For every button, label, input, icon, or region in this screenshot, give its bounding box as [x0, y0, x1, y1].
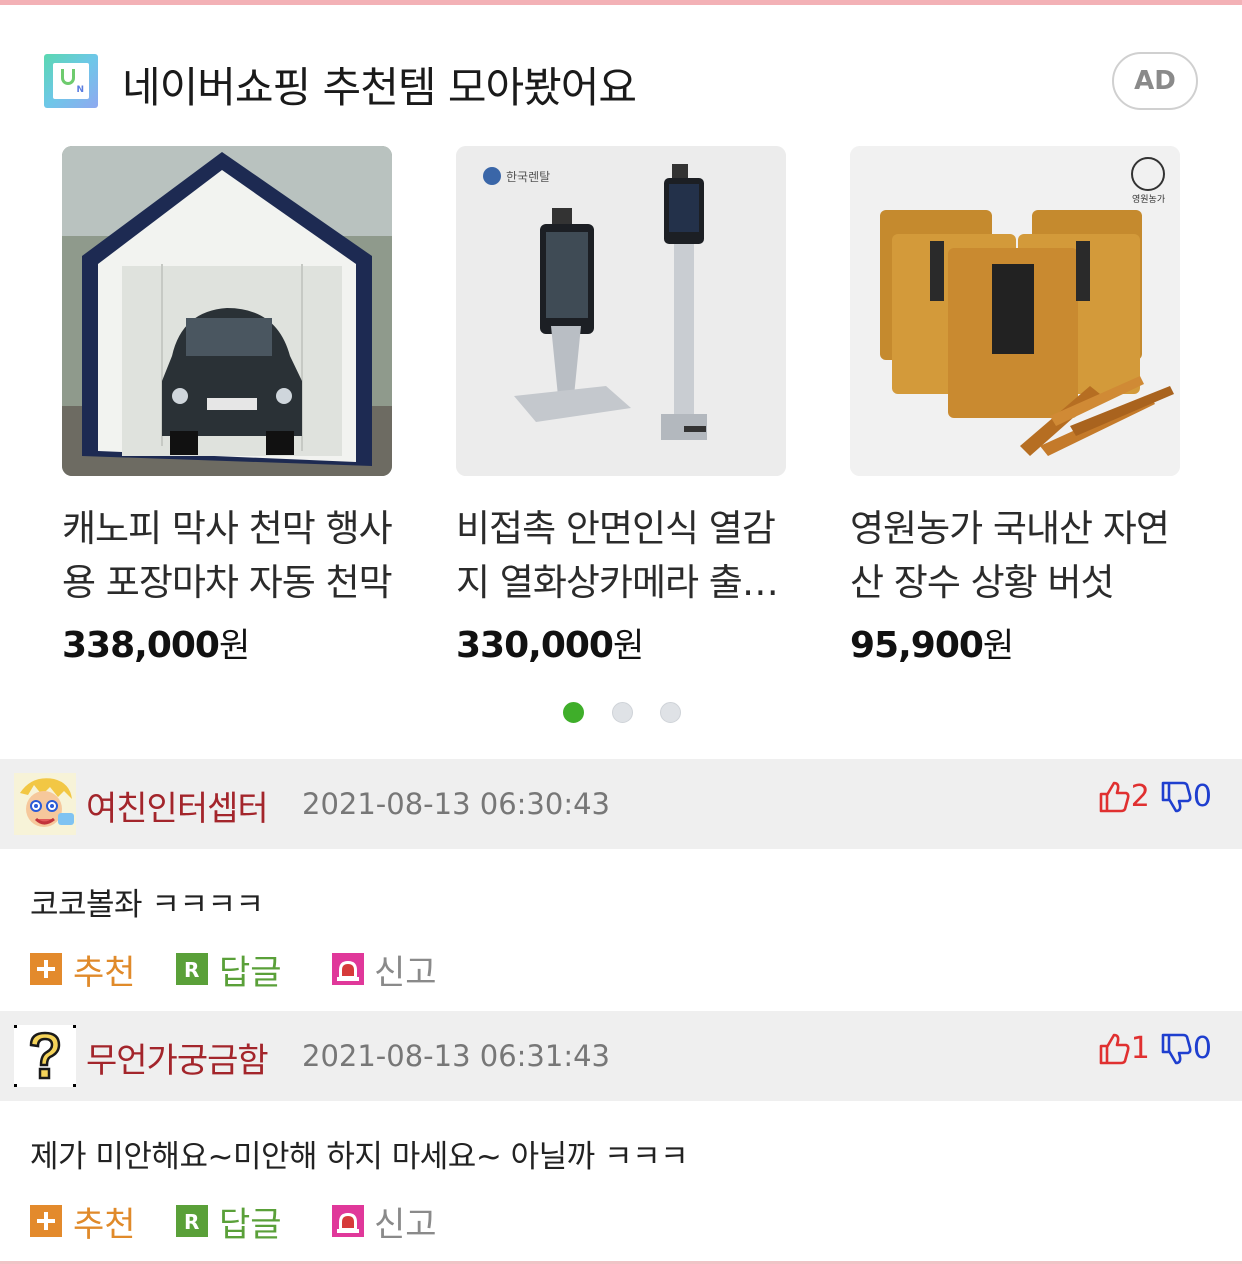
product-image-mushroom[interactable]: 영원농가	[850, 146, 1180, 476]
price-value: 330,000	[456, 625, 614, 666]
product-card[interactable]: 캐노피 막사 천막 행사 용 포장마차 자동 천막 338,000원	[62, 146, 392, 666]
vote-counts: 2 0	[1097, 779, 1212, 819]
vote-counts: 1 0	[1097, 1031, 1212, 1071]
farm-brand-label: 영원농가	[1132, 194, 1165, 205]
price-unit: 원	[612, 626, 645, 666]
upvote-count: 1	[1130, 1031, 1150, 1066]
carousel-dot-2[interactable]	[612, 702, 633, 723]
thumbs-up-icon[interactable]	[1097, 780, 1131, 814]
thumbs-down-icon[interactable]	[1159, 780, 1193, 814]
siren-icon	[332, 1205, 364, 1237]
report-label: 신고	[374, 1205, 437, 1245]
svg-text:R: R	[184, 958, 199, 982]
downvote-count: 0	[1192, 1031, 1212, 1066]
comment-actions: 추천 R 답글 신고	[30, 945, 630, 993]
thumbs-down-icon[interactable]	[1159, 1032, 1193, 1066]
product-image-thermal-camera[interactable]: 한국렌탈	[456, 146, 786, 476]
product-price: 338,000원	[62, 618, 250, 667]
product-carousel: 캐노피 막사 천막 행사 용 포장마차 자동 천막 338,000원 한국렌탈	[62, 146, 1182, 666]
rental-brand-label: 한국렌탈	[506, 170, 550, 184]
reply-icon: R	[176, 1205, 208, 1237]
comment-actions: 추천 R 답글 신고	[30, 1197, 630, 1245]
recommend-label: 추천	[73, 1205, 136, 1245]
top-divider	[0, 0, 1242, 5]
report-label: 신고	[374, 953, 437, 993]
recommend-label: 추천	[73, 953, 136, 993]
price-unit: 원	[218, 626, 251, 666]
comment-item: 여친인터셉터 2021-08-13 06:30:43 2 0 코코볼좌 ㅋㅋㅋㅋ…	[0, 759, 1242, 1011]
reply-label: 답글	[219, 1205, 282, 1245]
price-unit: 원	[982, 626, 1015, 666]
ad-header: N 네이버쇼핑 추천템 모아봤어요 AD	[44, 52, 1198, 112]
comment-nickname[interactable]: 여친인터셉터	[86, 781, 269, 830]
product-card[interactable]: 한국렌탈 비접촉 안면인식 열감지 열화상카메라 출입통제 330,000원	[456, 146, 786, 666]
siren-icon	[332, 953, 364, 985]
comment-item: 무언가궁금함 2021-08-13 06:31:43 1 0 제가 미안해요~미…	[0, 1011, 1242, 1264]
naver-shopping-icon: N	[44, 54, 98, 108]
carousel-pagination	[563, 702, 683, 724]
comment-header: 무언가궁금함 2021-08-13 06:31:43 1 0	[0, 1011, 1242, 1101]
comment-timestamp: 2021-08-13 06:30:43	[302, 787, 610, 821]
comment-nickname[interactable]: 무언가궁금함	[86, 1033, 269, 1082]
price-value: 95,900	[850, 625, 984, 666]
comment-text: 코코볼좌 ㅋㅋㅋㅋ	[30, 887, 264, 923]
downvote-count: 0	[1192, 779, 1212, 814]
comment-header: 여친인터셉터 2021-08-13 06:30:43 2 0	[0, 759, 1242, 849]
product-name[interactable]: 영원농가 국내산 자연산 장수 상황 버섯	[850, 502, 1180, 610]
thumbs-up-icon[interactable]	[1097, 1032, 1131, 1066]
upvote-count: 2	[1130, 779, 1150, 814]
product-price: 330,000원	[456, 618, 644, 667]
product-image-canopy-tent[interactable]	[62, 146, 392, 476]
product-name[interactable]: 캐노피 막사 천막 행사 용 포장마차 자동 천막	[62, 502, 392, 610]
comment-timestamp: 2021-08-13 06:31:43	[302, 1039, 610, 1073]
avatar[interactable]	[14, 773, 76, 835]
product-price: 95,900원	[850, 618, 1014, 667]
ad-title: 네이버쇼핑 추천템 모아봤어요	[122, 63, 637, 112]
avatar[interactable]	[14, 1025, 76, 1087]
comment-text: 제가 미안해요~미안해 하지 마세요~ 아닐까 ㅋㅋㅋ	[30, 1139, 689, 1175]
product-card[interactable]: 영원농가 영원농가 국내산 자연산 장수 상황 버섯 95,900원	[850, 146, 1180, 666]
product-name[interactable]: 비접촉 안면인식 열감지 열화상카메라 출입통제	[456, 502, 786, 610]
reply-icon: R	[176, 953, 208, 985]
reply-label: 답글	[219, 953, 282, 993]
ad-badge[interactable]: AD	[1112, 52, 1198, 110]
carousel-dot-3[interactable]	[660, 702, 681, 723]
svg-text:R: R	[184, 1210, 199, 1234]
plus-icon	[30, 1205, 62, 1237]
plus-icon	[30, 953, 62, 985]
price-value: 338,000	[62, 625, 220, 666]
carousel-dot-1[interactable]	[563, 702, 584, 723]
